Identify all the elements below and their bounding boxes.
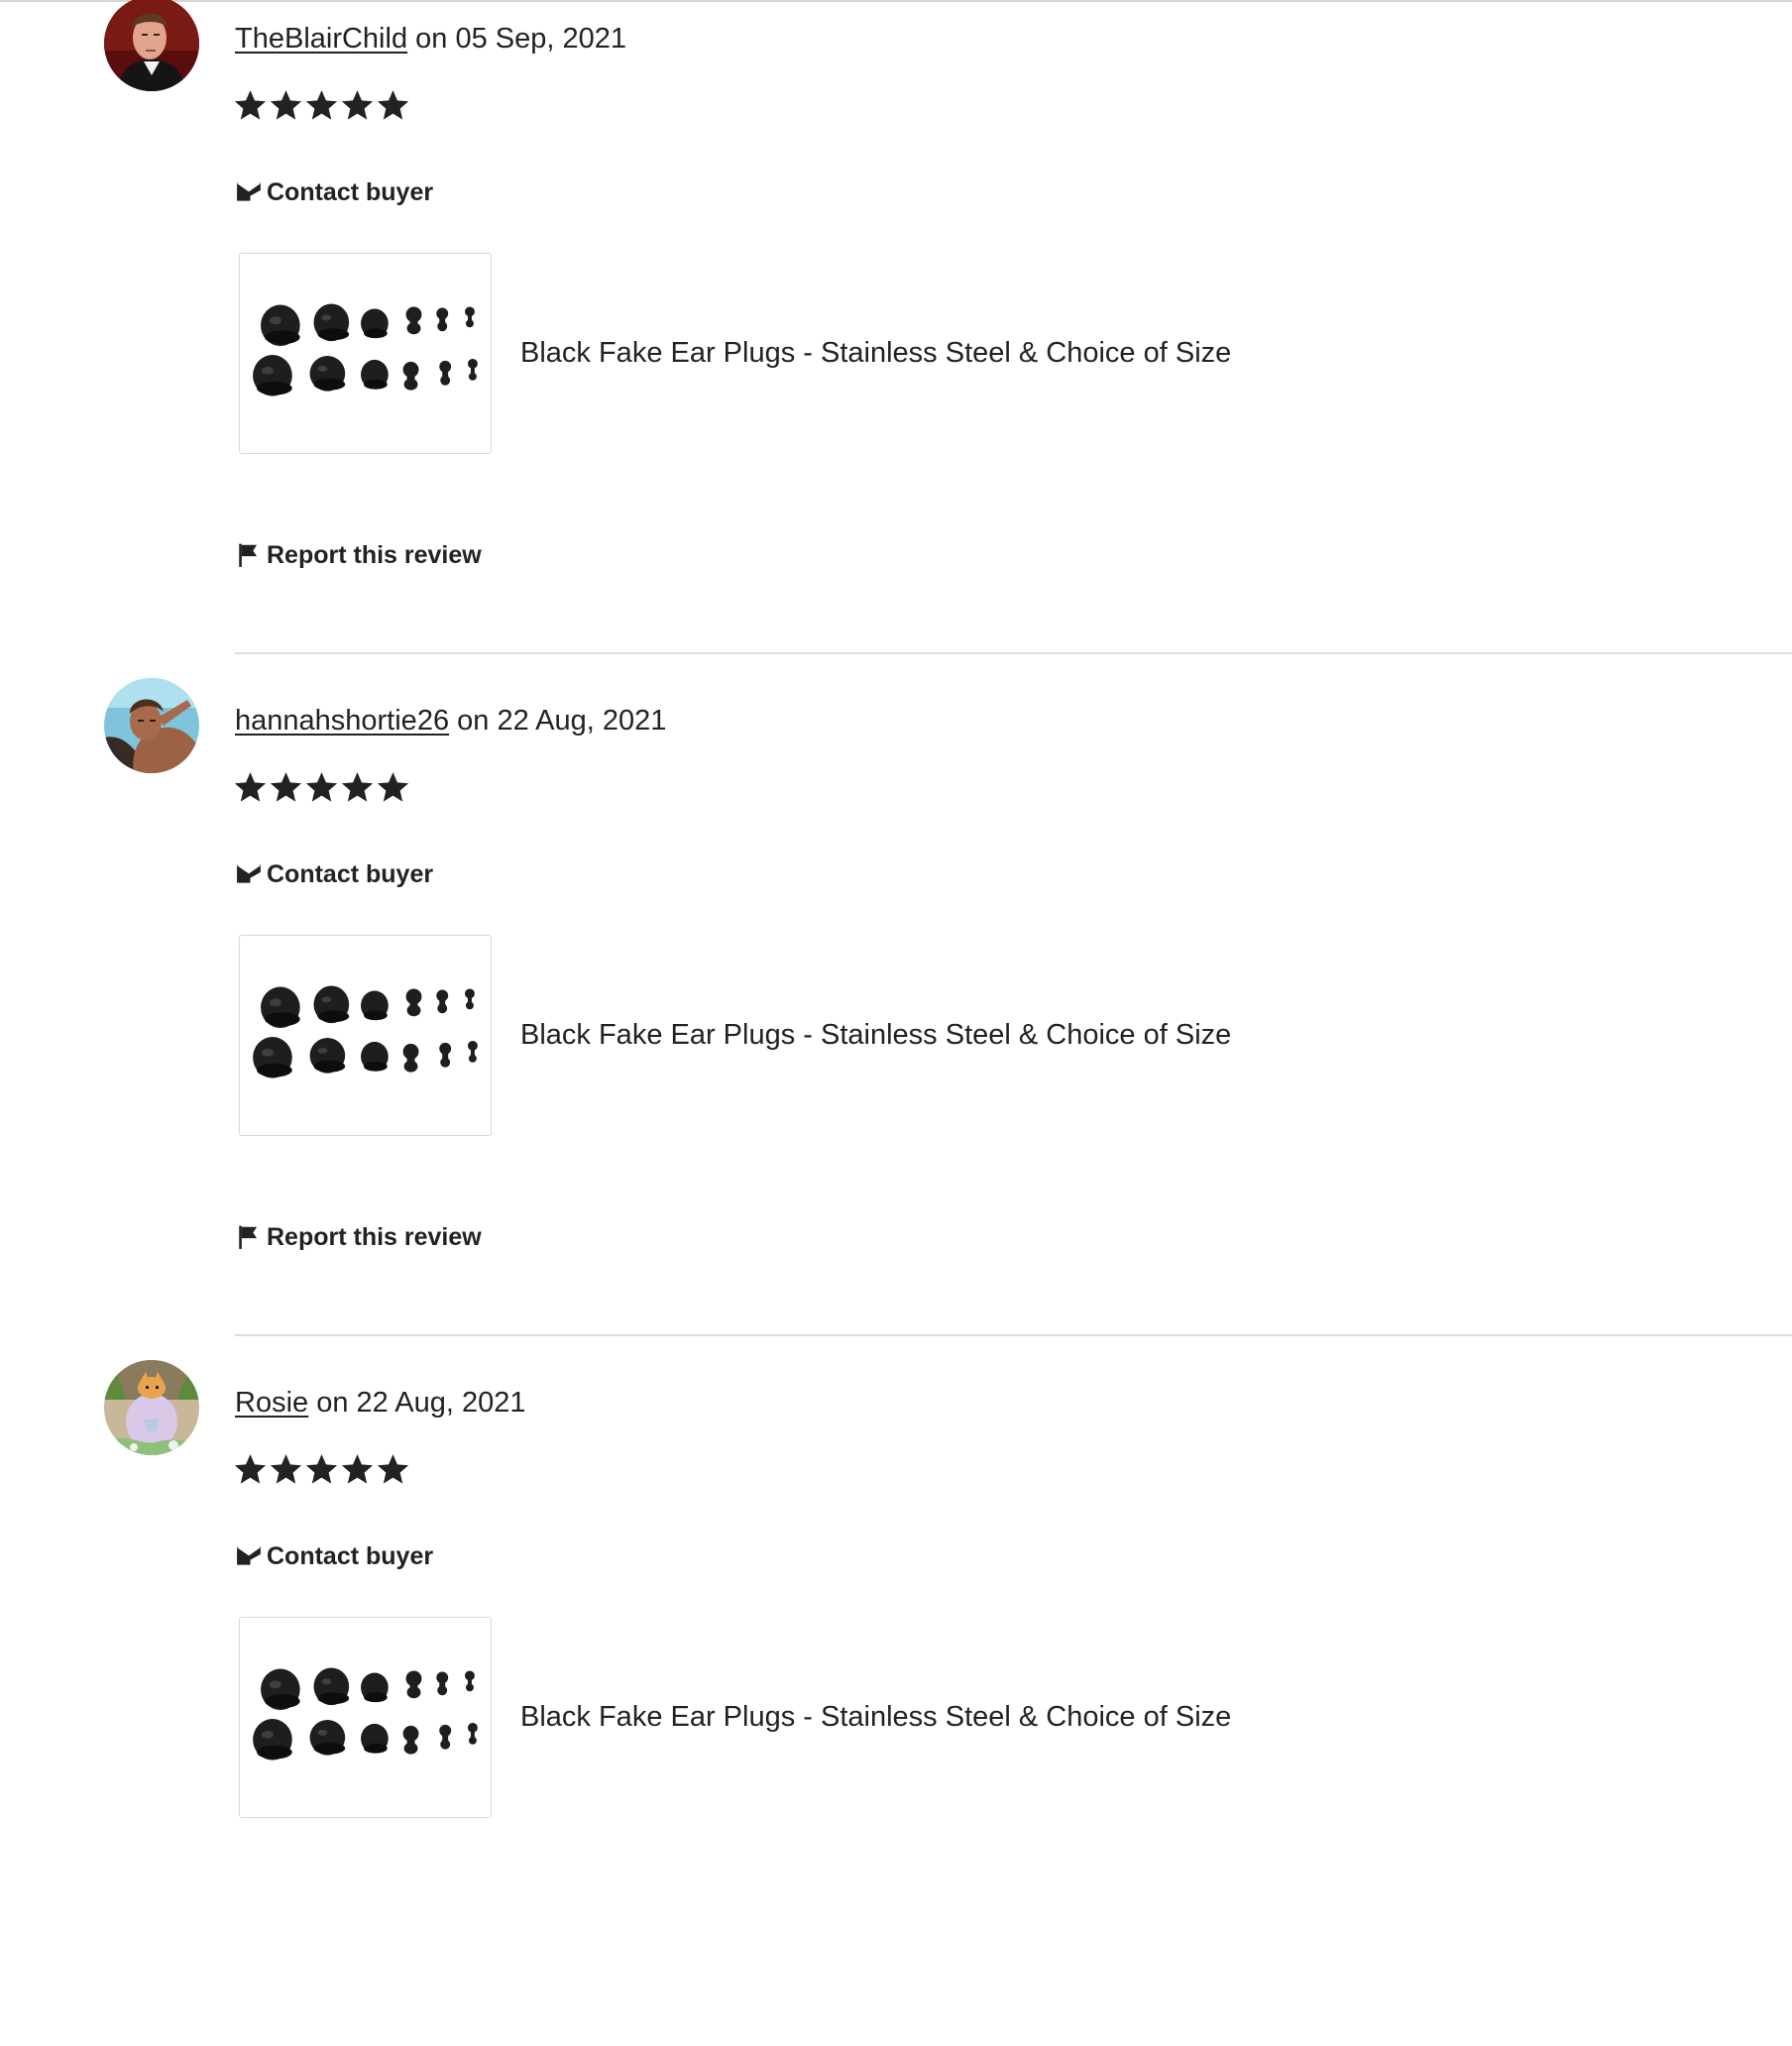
- product-thumbnail[interactable]: [239, 1617, 492, 1818]
- report-review-button[interactable]: Report this review: [236, 1220, 482, 1254]
- review-item: TheBlairChild on 05 Sep, 2021 Contact bu…: [0, 0, 1792, 682]
- star-icon: [269, 768, 303, 806]
- star-icon: [304, 768, 339, 806]
- avatar[interactable]: [104, 678, 199, 773]
- star-rating: [233, 1450, 410, 1494]
- review-date: on 22 Aug, 2021: [449, 705, 667, 737]
- star-icon: [376, 768, 410, 806]
- flag-icon: [236, 1224, 262, 1250]
- contact-buyer-button[interactable]: Contact buyer: [236, 1539, 433, 1573]
- star-icon: [340, 1450, 375, 1488]
- review-date: on 22 Aug, 2021: [308, 1387, 526, 1419]
- reviewer-link[interactable]: Rosie: [235, 1387, 308, 1419]
- star-icon: [376, 86, 410, 124]
- product-thumbnail[interactable]: [239, 253, 492, 454]
- contact-buyer-label: Contact buyer: [267, 1541, 434, 1570]
- star-icon: [269, 1450, 303, 1488]
- star-icon: [233, 1450, 268, 1488]
- report-review-label: Report this review: [267, 540, 482, 569]
- review-item: Rosie on 22 Aug, 2021 Contact buyer Blac…: [0, 1360, 1792, 2046]
- product-title-link[interactable]: Black Fake Ear Plugs - Stainless Steel &…: [520, 1697, 1231, 1737]
- avatar[interactable]: [104, 1360, 199, 1455]
- review-item: hannahshortie26 on 22 Aug, 2021 Contact …: [0, 678, 1792, 1364]
- product-thumbnail[interactable]: [239, 935, 492, 1136]
- star-icon: [340, 768, 375, 806]
- review-byline: hannahshortie26 on 22 Aug, 2021: [235, 701, 666, 740]
- contact-buyer-label: Contact buyer: [267, 177, 434, 206]
- star-icon: [233, 86, 268, 124]
- star-icon: [304, 86, 339, 124]
- report-review-label: Report this review: [267, 1222, 482, 1251]
- review-byline: TheBlairChild on 05 Sep, 2021: [235, 19, 626, 58]
- reviewer-link[interactable]: hannahshortie26: [235, 705, 449, 737]
- envelope-icon: [236, 861, 262, 887]
- star-rating: [233, 86, 410, 130]
- contact-buyer-label: Contact buyer: [267, 859, 434, 888]
- star-icon: [269, 86, 303, 124]
- avatar[interactable]: [104, 0, 199, 91]
- flag-icon: [236, 542, 262, 568]
- reviewer-link[interactable]: TheBlairChild: [235, 23, 407, 55]
- product-title-link[interactable]: Black Fake Ear Plugs - Stainless Steel &…: [520, 333, 1231, 373]
- star-icon: [304, 1450, 339, 1488]
- report-review-button[interactable]: Report this review: [236, 538, 482, 572]
- envelope-icon: [236, 179, 262, 205]
- review-date: on 05 Sep, 2021: [407, 23, 626, 55]
- envelope-icon: [236, 1543, 262, 1569]
- product-title-link[interactable]: Black Fake Ear Plugs - Stainless Steel &…: [520, 1015, 1231, 1055]
- star-icon: [340, 86, 375, 124]
- star-icon: [233, 768, 268, 806]
- contact-buyer-button[interactable]: Contact buyer: [236, 857, 433, 891]
- review-divider: [235, 1334, 1792, 1336]
- star-icon: [376, 1450, 410, 1488]
- review-byline: Rosie on 22 Aug, 2021: [235, 1383, 525, 1422]
- star-rating: [233, 768, 410, 812]
- contact-buyer-button[interactable]: Contact buyer: [236, 175, 433, 209]
- review-divider: [235, 652, 1792, 654]
